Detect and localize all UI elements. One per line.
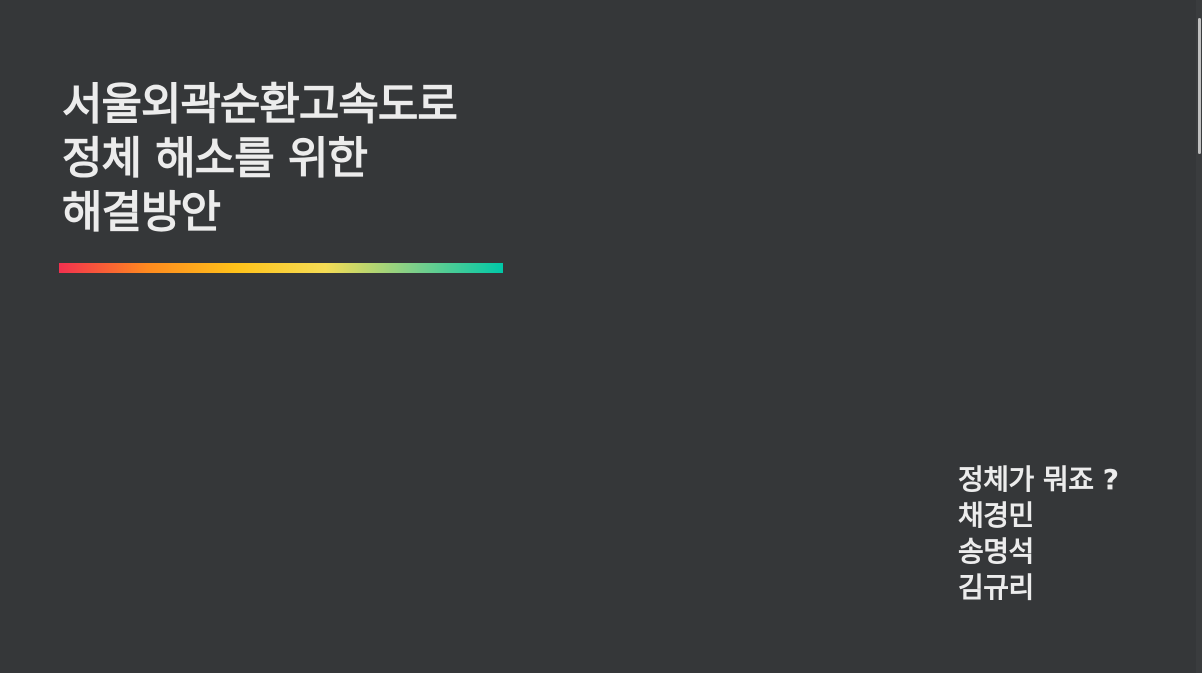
gradient-accent-bar (59, 263, 503, 273)
slide-title-line-3: 해결방안 (62, 187, 221, 238)
presentation-slide: 서울외곽순환고속도로 정체 해소를 위한 해결방안 정체가 뭐죠 ? 채경민 송… (0, 0, 1202, 673)
member-name-1: 채경민 (958, 499, 1034, 532)
slide-title-line-1: 서울외곽순환고속도로 (62, 79, 458, 130)
vertical-scrollbar[interactable] (1196, 0, 1202, 673)
scrollbar-thumb[interactable] (1198, 18, 1201, 154)
slide-title: 서울외곽순환고속도로 정체 해소를 위한 해결방안 (62, 78, 582, 240)
team-info: 정체가 뭐죠 ? 채경민 송명석 김규리 (958, 462, 1178, 606)
member-name-2: 송명석 (958, 535, 1034, 568)
member-name-3: 김규리 (958, 571, 1034, 604)
team-name: 정체가 뭐죠 ? (958, 463, 1119, 496)
slide-title-line-2: 정체 해소를 위한 (62, 133, 368, 184)
